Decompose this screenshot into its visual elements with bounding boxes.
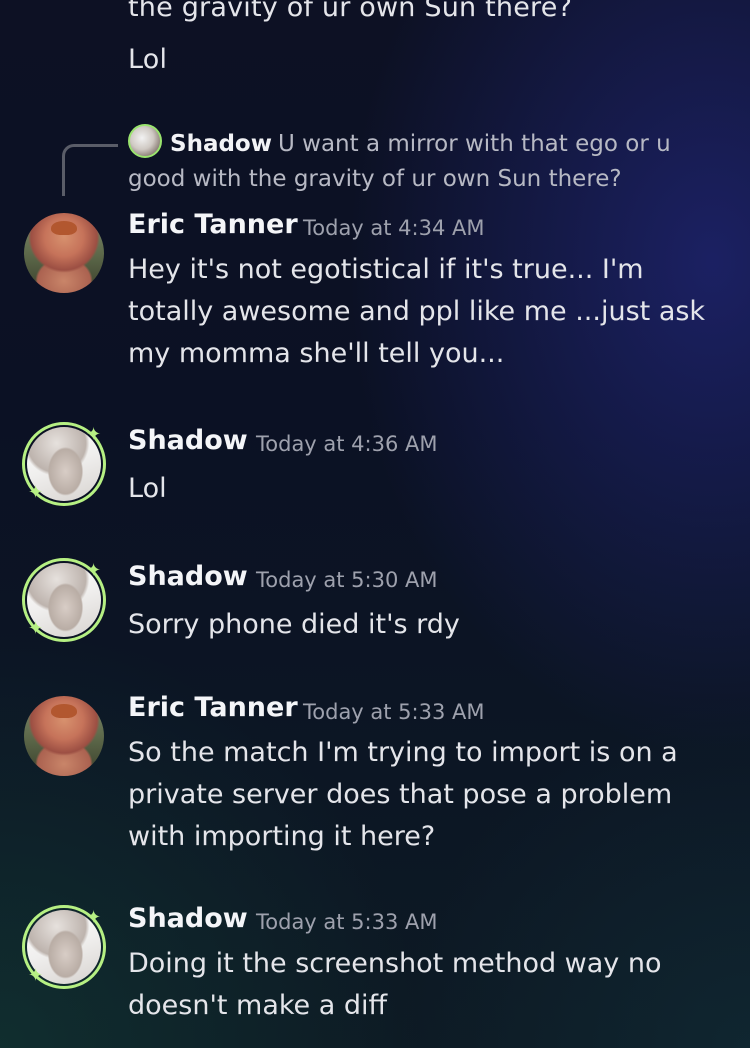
message-text: Hey it's not egotistical if it's true...… (128, 254, 706, 369)
reply-spine-icon (62, 144, 118, 196)
sparkle-icon: ✦ (28, 965, 44, 986)
message-text: Doing it the screenshot method way no do… (128, 948, 662, 1021)
sparkle-icon: ✦ (86, 424, 102, 445)
reply-preview[interactable]: Shadow U want a mirror with that ego or u… (128, 124, 728, 197)
sparkle-icon: ✦ (28, 482, 44, 503)
message-text: Lol (128, 473, 167, 504)
reply-avatar (128, 124, 162, 158)
sparkle-icon: ✦ (86, 560, 102, 581)
avatar[interactable] (24, 696, 104, 776)
message-author[interactable]: Eric Tanner (128, 692, 298, 723)
message-timestamp: Today at 5:33 AM (256, 910, 438, 934)
message-timestamp: Today at 4:34 AM (303, 216, 485, 240)
message-text: So the match I'm trying to import is on … (128, 737, 678, 852)
sparkle-icon: ✦ (86, 907, 102, 928)
reply-author[interactable]: Shadow (170, 131, 272, 157)
chat-log: the gravity of ur own Sun there? Lol Sha… (0, 0, 750, 1048)
message-author[interactable]: Shadow (128, 903, 248, 934)
avatar[interactable] (24, 213, 104, 293)
message-author[interactable]: Shadow (128, 561, 248, 592)
message-text: Sorry phone died it's rdy (128, 609, 460, 640)
message-author[interactable]: Shadow (128, 425, 248, 456)
message-author[interactable]: Eric Tanner (128, 209, 298, 240)
message-text-partial: the gravity of ur own Sun there? (128, 0, 573, 23)
message-text-lol: Lol (128, 44, 168, 75)
sparkle-icon: ✦ (28, 618, 44, 639)
message-timestamp: Today at 5:30 AM (256, 568, 438, 592)
message-timestamp: Today at 4:36 AM (256, 432, 438, 456)
message-timestamp: Today at 5:33 AM (303, 700, 485, 724)
